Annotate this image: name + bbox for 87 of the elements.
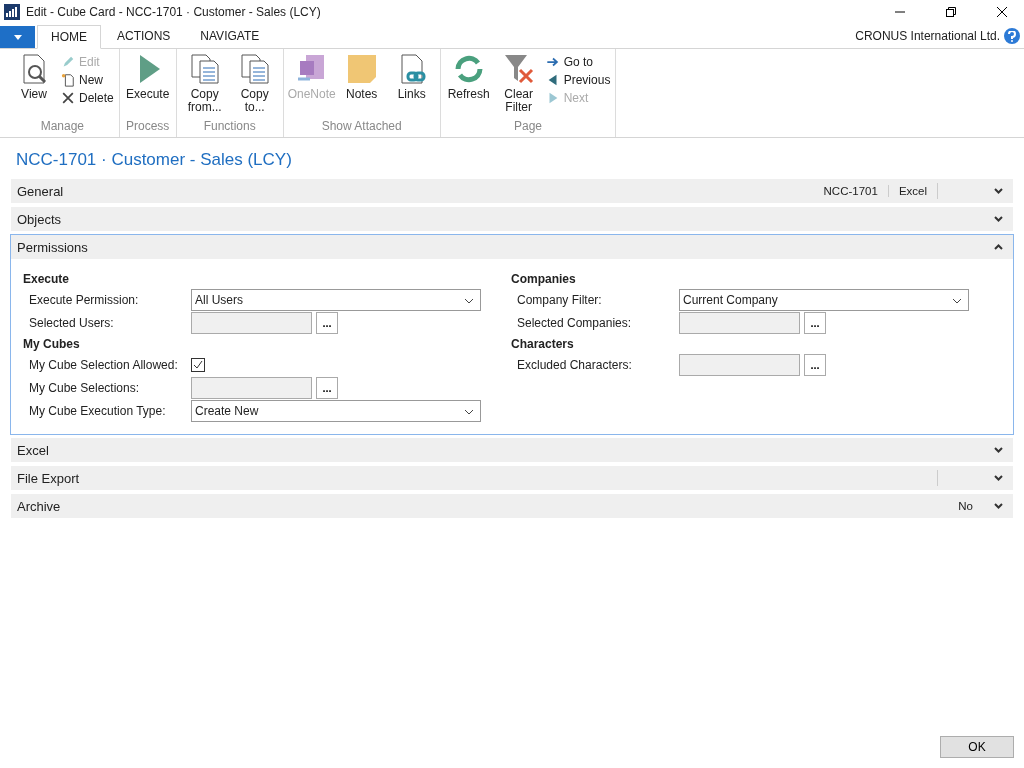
section-title: Permissions <box>17 239 89 255</box>
restore-icon[interactable] <box>945 7 956 17</box>
lookup-button[interactable]: ... <box>316 376 338 399</box>
delete-icon <box>61 91 75 105</box>
field-label: Company Filter: <box>517 292 603 307</box>
expand-chevron-icon[interactable] <box>993 188 1003 194</box>
ok-button[interactable]: OK <box>940 736 1014 758</box>
ribbon-action[interactable]: Execute <box>124 53 171 119</box>
ribbon-action[interactable]: Clear Filter <box>495 53 542 119</box>
ribbon-action[interactable]: Go to <box>545 55 611 69</box>
ribbon-tab[interactable]: HOME <box>37 25 101 49</box>
ribbon-group-label: Functions <box>202 119 257 135</box>
window-title: Edit - Cube Card - NCC-1701 · Customer - Sales (LCY) <box>26 5 322 19</box>
lookup-button[interactable]: ... <box>804 311 826 334</box>
lookup-field[interactable] <box>679 353 800 376</box>
note-icon <box>345 53 378 85</box>
field-label: My Cube Selection Allowed: <box>29 357 179 372</box>
fasttab-header[interactable]: Excel <box>11 438 1013 462</box>
new-page-icon <box>61 73 75 87</box>
caret-icon <box>464 408 474 415</box>
ribbon-action[interactable]: New <box>61 73 114 87</box>
ribbon-action[interactable]: Copy from... <box>181 53 228 119</box>
fasttab-header[interactable]: Objects <box>11 207 1013 231</box>
ribbon-group-label: Manage <box>39 119 86 135</box>
lookup-button[interactable]: ... <box>316 311 338 334</box>
summary-value: NCC-1701 <box>822 185 879 197</box>
caret-icon <box>952 297 962 304</box>
close-icon[interactable] <box>996 7 1007 17</box>
expand-chevron-icon[interactable] <box>993 503 1003 509</box>
ribbon-action[interactable]: Links <box>388 53 435 119</box>
ribbon-action[interactable]: Notes <box>338 53 385 119</box>
section-title: Excel <box>17 442 50 458</box>
group-heading: Execute <box>23 272 71 286</box>
filter-clear-icon <box>502 53 535 85</box>
expand-chevron-icon[interactable] <box>993 475 1003 481</box>
ribbon-action[interactable]: Delete <box>61 91 114 105</box>
expand-chevron-icon[interactable] <box>993 216 1003 222</box>
fasttab-header[interactable]: Archive No <box>11 494 1013 518</box>
section-title: Objects <box>17 211 63 227</box>
dropdown-field[interactable]: All Users <box>191 288 481 311</box>
group-heading: Companies <box>511 272 577 286</box>
field-label: Excluded Characters: <box>517 357 633 372</box>
section-title: File Export <box>17 470 81 486</box>
dropdown-field[interactable]: Current Company <box>679 288 969 311</box>
field-label: Selected Users: <box>29 315 115 330</box>
help-icon[interactable] <box>1004 28 1020 44</box>
expand-chevron-icon[interactable] <box>993 447 1003 453</box>
ribbon-action[interactable]: View <box>11 53 57 119</box>
app-logo-icon <box>4 4 20 20</box>
ribbon-group-label: Process <box>125 119 171 135</box>
lookup-field[interactable] <box>191 311 312 334</box>
copy-documents-icon <box>188 53 221 85</box>
fasttab-header[interactable]: General NCC-1701 Excel <box>11 179 1013 203</box>
group-heading: Characters <box>511 337 575 351</box>
field-label: Selected Companies: <box>517 315 633 330</box>
ribbon-tab[interactable]: NAVIGATE <box>186 24 274 48</box>
lookup-field[interactable] <box>679 311 800 334</box>
app-menu-button[interactable] <box>0 26 35 48</box>
collapse-chevron-icon[interactable] <box>993 244 1003 250</box>
ribbon-action[interactable]: Refresh <box>445 53 492 119</box>
ribbon-group-label: Page <box>513 119 544 135</box>
group-heading: My Cubes <box>23 337 81 351</box>
field-label: My Cube Selections: <box>29 380 141 395</box>
right-arrow-icon <box>545 55 560 69</box>
lookup-field[interactable] <box>191 376 312 399</box>
page-title: NCC-1701 · Customer - Sales (LCY) <box>16 150 293 170</box>
checkmark-icon <box>193 359 203 370</box>
dropdown-field[interactable]: Create New <box>191 399 481 422</box>
caret-icon <box>464 297 474 304</box>
checkbox[interactable] <box>191 357 205 372</box>
fasttab-header[interactable]: File Export <box>11 466 1013 490</box>
ribbon-action[interactable]: Copy to... <box>231 53 278 119</box>
copy-documents-icon <box>238 53 271 85</box>
lookup-button[interactable]: ... <box>804 353 826 376</box>
ribbon-action[interactable]: Previous <box>545 73 611 87</box>
ribbon-tab[interactable]: ACTIONS <box>103 24 185 48</box>
section-title: General <box>17 183 65 199</box>
summary-value: Excel <box>887 185 937 197</box>
caret-icon <box>13 34 22 40</box>
company-name: CRONUS International Ltd. <box>855 29 1000 43</box>
section-title: Archive <box>17 498 62 514</box>
pencil-icon <box>61 55 75 69</box>
field-label: My Cube Execution Type: <box>29 403 167 418</box>
field-label: Execute Permission: <box>29 292 140 307</box>
ribbon-group-label: Show Attached <box>320 119 403 135</box>
fasttab-header[interactable]: Permissions <box>11 235 1013 259</box>
summary-value: No <box>957 500 974 512</box>
